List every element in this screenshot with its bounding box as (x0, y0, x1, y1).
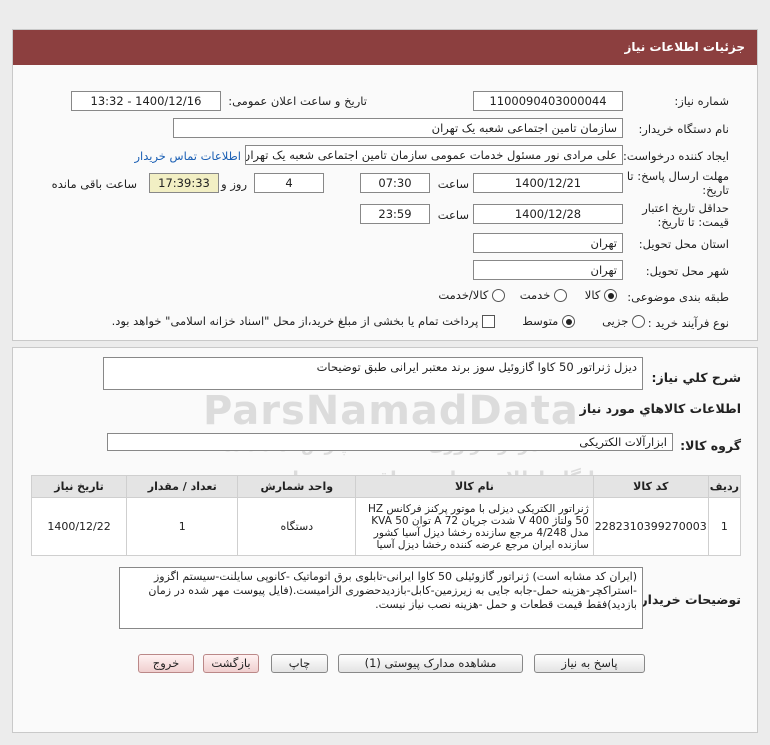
goods-info-heading: اطلاعات کالاهاي مورد نياز (579, 401, 741, 416)
buyer-notes-label: توضیحات خریدار: (635, 592, 741, 607)
watermark-brand: ParsNamadData (203, 388, 579, 434)
delivery-province-field: تهران (473, 233, 623, 253)
col-date: تاریخ نیاز (30, 475, 128, 498)
back-button[interactable]: بازگشت (203, 654, 259, 673)
process-option-minor[interactable]: جزیی (602, 314, 645, 328)
page-title: جزئیات اطلاعات نیاز (13, 30, 757, 65)
reply-button[interactable]: پاسخ به نیاز (534, 654, 645, 673)
days-and-label: روز و (221, 177, 247, 191)
announce-datetime-field: 1400/12/16 - 13:32 (71, 91, 221, 111)
reply-deadline-label-2: تاریخ: (702, 183, 729, 197)
announce-datetime-label: تاریخ و ساعت اعلان عمومی: (228, 94, 367, 108)
page: جزئیات اطلاعات نیاز شماره نیاز: 11000904… (0, 0, 770, 745)
cell-row: 1 (707, 497, 742, 556)
remaining-time-field: 17:39:33 (149, 173, 219, 193)
process-minor-radio[interactable] (632, 315, 645, 328)
cell-unit: دستگاه (237, 497, 357, 556)
col-name: نام کالا (355, 475, 594, 498)
buyer-notes-field: (ایران کد مشابه است) ژنراتور گازوئیلی 50… (119, 567, 643, 629)
category-goods-label: کالا (584, 288, 601, 302)
reply-time-label: ساعت (437, 177, 469, 191)
process-minor-label: جزیی (602, 314, 629, 328)
print-button[interactable]: چاپ (271, 654, 328, 673)
goods-group-field: ابزارآلات الکتریکی (107, 433, 673, 451)
validity-date-field: 1400/12/28 (473, 204, 623, 224)
remaining-label: ساعت باقی مانده (51, 177, 137, 191)
view-attachments-button[interactable]: مشاهده مدارک پیوستی (1) (338, 654, 523, 673)
need-number-label: شماره نیاز: (674, 94, 729, 108)
exit-button[interactable]: خروج (138, 654, 194, 673)
category-service-radio[interactable] (554, 289, 567, 302)
delivery-province-label: استان محل تحویل: (638, 237, 729, 251)
cell-date: 1400/12/22 (30, 497, 128, 556)
price-validity-label: حداقل تاریخ اعتبار (642, 201, 729, 215)
process-medium-label: متوسط (522, 314, 559, 328)
general-desc-label: شرح کلي نياز: (651, 370, 741, 385)
buyer-contact-link[interactable]: اطلاعات تماس خریدار (134, 149, 241, 163)
category-option-goods[interactable]: کالا (585, 288, 617, 302)
process-option-medium[interactable]: متوسط (522, 314, 575, 328)
requester-field: علی مرادی نور مسئول خدمات عمومی سازمان ت… (245, 145, 623, 165)
table-row: 1 2282310399270003 ژنراتور الکتریکی دیزل… (30, 497, 742, 556)
action-bar: پاسخ به نیاز مشاهده مدارک پیوستی (1) چاپ… (13, 654, 759, 676)
cell-code: 2282310399270003 (592, 497, 709, 556)
validity-time-label: ساعت (437, 208, 469, 222)
col-row: ردیف (707, 475, 742, 498)
need-number-field: 1100090403000044 (473, 91, 623, 111)
category-goods-service-radio[interactable] (492, 289, 505, 302)
col-qty: تعداد / مقدار (126, 475, 239, 498)
reply-date-field: 1400/12/21 (473, 173, 623, 193)
general-desc-field: دیزل ژنراتور 50 کاوا گازوئیل سوز برند مع… (103, 357, 643, 390)
reply-days-field: 4 (254, 173, 324, 193)
subject-category-label: طبقه بندی موضوعی: (627, 290, 729, 304)
category-goods-radio[interactable] (604, 289, 617, 302)
cell-name: ژنراتور الکتریکی دیزلی با موتور پرکنز فر… (355, 497, 594, 556)
category-service-label: خدمت (519, 288, 551, 302)
reply-deadline-label: مهلت ارسال پاسخ: تا (626, 169, 729, 183)
payment-treasury-checkbox[interactable] (482, 315, 495, 328)
buyer-org-field: سازمان تامین اجتماعی شعبه یک تهران (173, 118, 623, 138)
price-validity-label-2: قیمت: تا تاریخ: (657, 215, 729, 229)
goods-table: ردیف کد کالا نام کالا واحد شمارش تعداد /… (30, 475, 742, 556)
payment-treasury-option[interactable]: پرداخت تمام یا بخشی از مبلغ خرید،از محل … (112, 314, 495, 328)
goods-group-label: گروه کالا: (680, 438, 741, 453)
category-option-service[interactable]: خدمت (520, 288, 567, 302)
validity-time-field: 23:59 (360, 204, 430, 224)
need-details-panel: جزئیات اطلاعات نیاز شماره نیاز: 11000904… (12, 29, 758, 341)
reply-time-field: 07:30 (360, 173, 430, 193)
purchase-process-label: نوع فرآیند خرید : (647, 316, 729, 330)
delivery-city-field: تهران (473, 260, 623, 280)
category-option-goods-service[interactable]: کالا/خدمت (438, 288, 505, 302)
payment-treasury-note: پرداخت تمام یا بخشی از مبلغ خرید،از محل … (111, 314, 479, 328)
delivery-city-label: شهر محل تحویل: (645, 264, 729, 278)
col-unit: واحد شمارش (237, 475, 357, 498)
buyer-org-label: نام دستگاه خریدار: (638, 122, 729, 136)
goods-panel: ParsNamadData مرکز فراوری اطلاعات پارس ن… (12, 347, 758, 733)
col-code: کد کالا (592, 475, 709, 498)
process-medium-radio[interactable] (562, 315, 575, 328)
requester-label: ایجاد کننده درخواست: (623, 149, 729, 163)
cell-qty: 1 (126, 497, 239, 556)
table-header-row: ردیف کد کالا نام کالا واحد شمارش تعداد /… (30, 475, 742, 498)
category-goods-service-label: کالا/خدمت (438, 288, 489, 302)
